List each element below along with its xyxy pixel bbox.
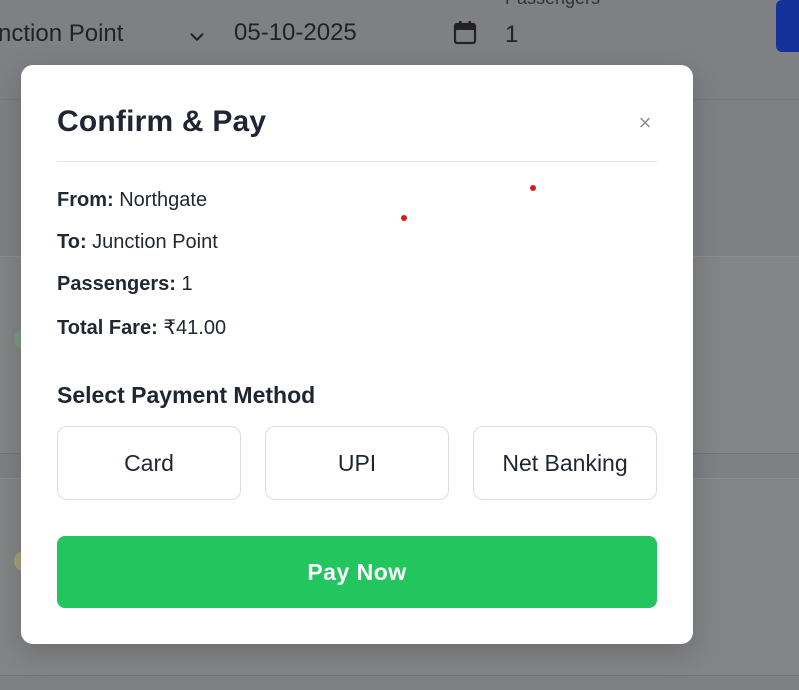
summary-to: To: Junction Point	[57, 231, 218, 254]
date-input-value[interactable]: 05-10-2025	[234, 19, 357, 47]
to-label: To:	[57, 231, 87, 253]
summary-passengers: Passengers: 1	[57, 273, 193, 296]
total-fare-label: Total Fare:	[57, 317, 158, 339]
payment-option-upi[interactable]: UPI	[265, 426, 449, 500]
total-fare-value: ₹41.00	[163, 317, 227, 339]
chevron-down-icon	[190, 33, 204, 41]
payment-option-card[interactable]: Card	[57, 426, 241, 500]
passengers-value: 1	[181, 273, 193, 295]
calendar-icon[interactable]	[453, 20, 477, 46]
passengers-label: Passengers:	[57, 273, 176, 295]
from-label: From:	[57, 189, 114, 211]
marker-dot	[401, 215, 407, 221]
payment-method-heading: Select Payment Method	[57, 382, 316, 408]
payment-option-net-banking[interactable]: Net Banking	[473, 426, 657, 500]
confirm-pay-modal: Confirm & Pay × From: Northgate To: Junc…	[21, 65, 693, 644]
passengers-input-value[interactable]: 1	[505, 21, 518, 49]
modal-header: Confirm & Pay ×	[57, 101, 657, 162]
search-button[interactable]	[776, 0, 799, 52]
marker-dot	[530, 185, 536, 191]
to-value: Junction Point	[92, 231, 218, 253]
close-icon[interactable]: ×	[633, 110, 657, 135]
pay-now-button[interactable]: Pay Now	[57, 536, 657, 608]
from-value: Northgate	[119, 189, 208, 211]
modal-title: Confirm & Pay	[57, 105, 267, 138]
summary-total-fare: Total Fare: ₹41.00	[57, 315, 226, 340]
summary-from: From: Northgate	[57, 189, 207, 212]
to-station-select-value[interactable]: nction Point	[0, 20, 123, 48]
passengers-field-label: Passengers	[505, 0, 600, 9]
